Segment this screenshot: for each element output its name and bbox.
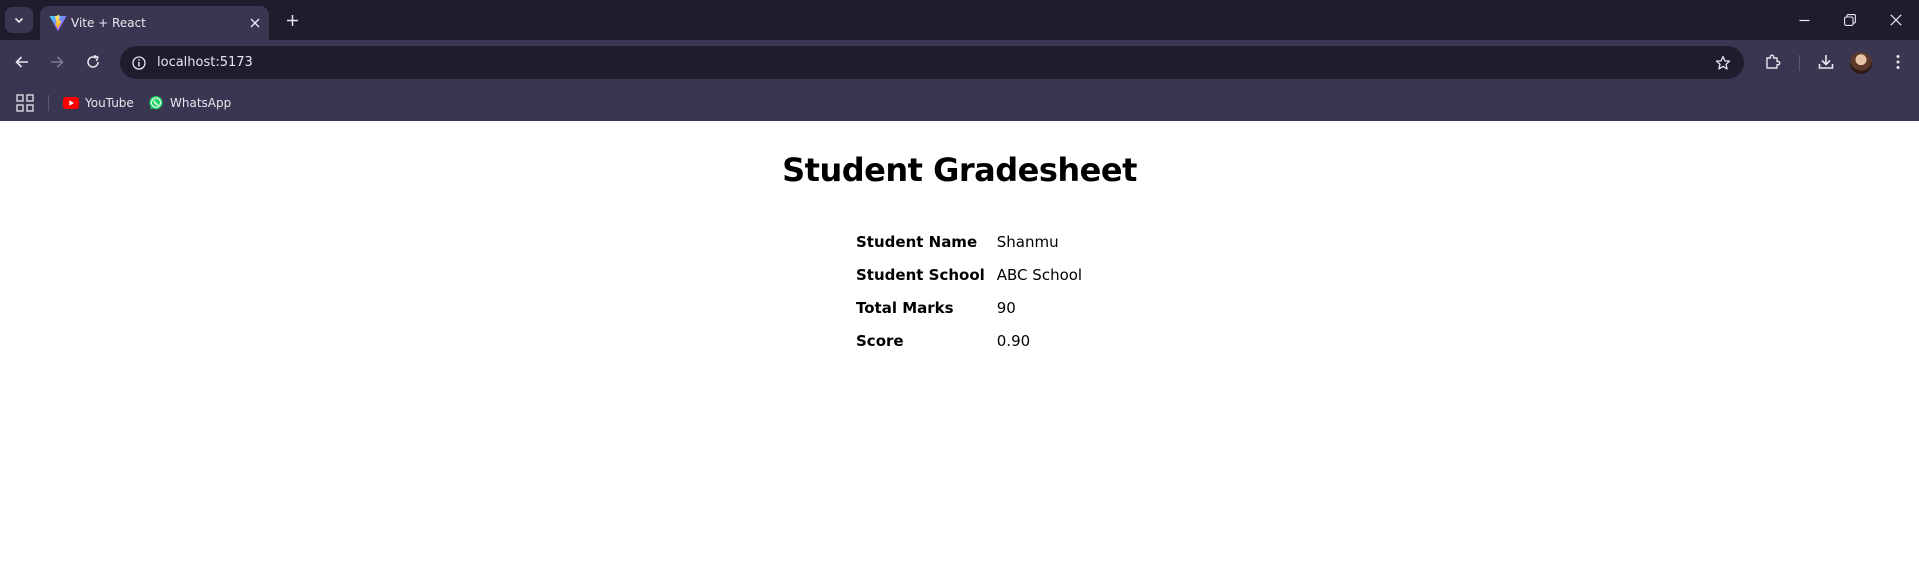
bookmarks-divider — [48, 95, 49, 111]
row-label: Total Marks — [856, 298, 954, 317]
back-button[interactable] — [7, 47, 37, 77]
page-title: Student Gradesheet — [782, 151, 1137, 189]
tab-search-button[interactable] — [5, 7, 33, 33]
table-row: Total Marks 90 — [853, 291, 1082, 324]
row-value: ABC School — [996, 265, 1083, 284]
bookmark-label: YouTube — [85, 96, 134, 110]
new-tab-button[interactable] — [280, 8, 304, 32]
page-content: Student Gradesheet Student Name Shanmu S… — [0, 121, 1919, 573]
more-vert-icon — [1896, 55, 1900, 69]
row-value: 0.90 — [996, 331, 1031, 350]
table-row: Student Name Shanmu — [853, 225, 1082, 258]
minimize-icon — [1799, 19, 1809, 21]
downloads-button[interactable] — [1811, 47, 1841, 77]
bookmarks-bar: YouTube WhatsApp — [0, 85, 1919, 121]
menu-button[interactable] — [1883, 47, 1913, 77]
tab-strip: Vite + React — [0, 0, 1919, 40]
gradesheet-table: Student Name Shanmu Student School ABC S… — [853, 225, 1082, 357]
toolbar-divider — [1799, 55, 1800, 71]
bookmark-youtube[interactable]: YouTube — [63, 91, 134, 115]
info-icon — [132, 56, 146, 70]
close-window-button[interactable] — [1873, 0, 1919, 40]
star-icon — [1715, 55, 1731, 70]
address-bar[interactable]: localhost:5173 — [120, 46, 1744, 79]
row-label: Student Name — [856, 232, 978, 251]
table-row: Student School ABC School — [853, 258, 1082, 291]
browser-window: Vite + React localhost:5173 YouTube What… — [0, 0, 1919, 573]
bookmark-whatsapp[interactable]: WhatsApp — [148, 91, 231, 115]
minimize-button[interactable] — [1781, 0, 1827, 40]
profile-avatar[interactable] — [1850, 52, 1872, 74]
site-info-button[interactable] — [128, 52, 150, 74]
browser-toolbar: localhost:5173 — [0, 40, 1919, 85]
tab-title: Vite + React — [71, 16, 146, 30]
arrow-left-icon — [15, 56, 28, 68]
reload-icon — [87, 54, 99, 68]
puzzle-icon — [1766, 54, 1781, 69]
tab-active[interactable]: Vite + React — [40, 6, 269, 40]
plus-icon — [286, 14, 298, 26]
restore-icon — [1844, 14, 1856, 26]
row-label: Score — [856, 331, 904, 350]
arrow-right-icon — [51, 56, 64, 68]
apps-grid-icon[interactable] — [16, 94, 34, 112]
row-label: Student School — [856, 265, 985, 284]
address-bar-url[interactable]: localhost:5173 — [157, 46, 253, 79]
download-icon — [1818, 55, 1834, 69]
row-value: 90 — [996, 298, 1016, 317]
bookmark-label: WhatsApp — [170, 96, 232, 110]
restore-button[interactable] — [1827, 0, 1873, 40]
table-row: Score 0.90 — [853, 324, 1082, 357]
vite-logo-icon — [49, 14, 67, 32]
forward-button[interactable] — [42, 47, 72, 77]
close-icon — [1890, 14, 1902, 26]
youtube-icon — [63, 95, 79, 111]
close-icon — [250, 18, 260, 28]
extensions-button[interactable] — [1758, 47, 1788, 77]
reload-button[interactable] — [78, 47, 108, 77]
whatsapp-icon — [148, 95, 164, 111]
bookmark-star-button[interactable] — [1712, 52, 1734, 74]
row-value: Shanmu — [996, 232, 1059, 251]
chevron-down-icon — [14, 17, 24, 24]
tab-close-button[interactable] — [245, 13, 265, 33]
